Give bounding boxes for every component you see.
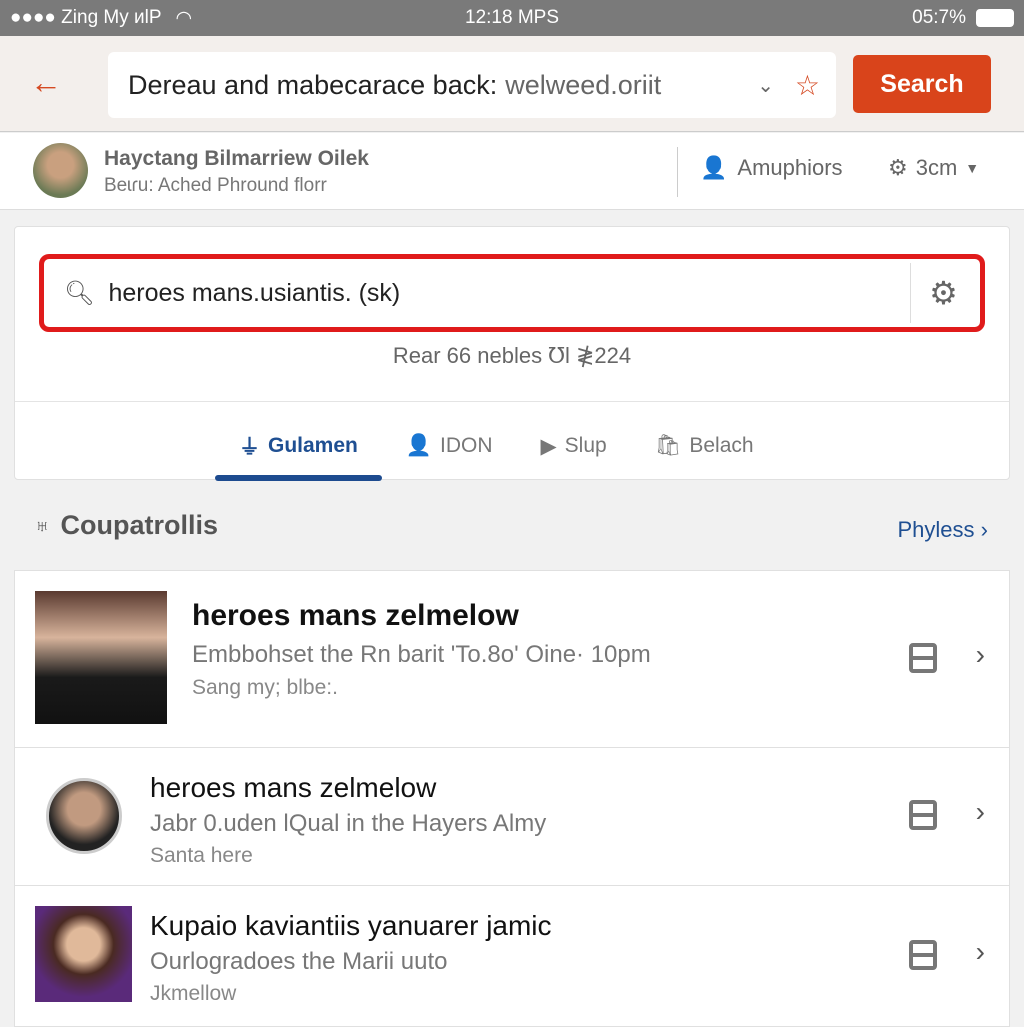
result-thumbnail [35, 906, 132, 1002]
settings-dropdown[interactable]: ⚙ 3cm ▼ [888, 155, 979, 181]
search-card: 🔍︎ heroes mans.usiantis. (sk) ⚙ Rear 66 … [14, 226, 1010, 481]
search-icon: 🔍︎ [64, 279, 95, 307]
section-icon: ♅ [34, 512, 51, 538]
chevron-right-icon[interactable]: › [976, 639, 985, 671]
search-input[interactable]: 🔍︎ heroes mans.usiantis. (sk) ⚙ [39, 254, 985, 332]
person-icon: 👤 [700, 155, 728, 180]
back-arrow-icon[interactable]: ← [30, 64, 62, 101]
action-label: Amuphiors [737, 155, 843, 180]
star-icon[interactable]: ☆ [795, 69, 820, 102]
result-subtitle: Jabr 0.uden lQual in the Hayers Almy [150, 810, 547, 837]
result-subtitle: Embbohset the Rn barit 'To.8o' Oine· 10p… [192, 641, 651, 668]
tab-slup[interactable]: ▶ Slup [517, 413, 631, 479]
tab-label: Slup [564, 434, 607, 457]
person-icon: 👤 [405, 434, 433, 457]
bag-icon: 🛍︎ [654, 434, 682, 457]
url-domain: welweed.oriit [505, 69, 662, 100]
tab-label: Belach [689, 434, 754, 457]
list-item[interactable]: heroes mans zelmelow Embbohset the Rn ba… [15, 571, 1009, 748]
gear-icon: ⚙ [888, 155, 908, 180]
filter-icon: ⏚ [239, 436, 260, 459]
clipboard-icon[interactable] [909, 800, 937, 830]
result-count: Rear 66 nebles ℧l ≹224 [392, 343, 632, 368]
profile-bar: Hayctang Bilmarriew Oilek Beɩɾu: Ached P… [0, 133, 1024, 210]
result-subtitle: Ourlogradoes the Marii uuto [150, 948, 448, 975]
clipboard-icon[interactable] [909, 643, 937, 673]
result-title: heroes mans zelmelow [150, 772, 437, 803]
dropdown-label: 3cm [915, 155, 958, 180]
profile-name: Hayctang Bilmarriew Oilek [104, 147, 369, 170]
wifi-icon: ◠ [175, 7, 193, 29]
url-text: Dereau and mabecarace back: [128, 69, 498, 100]
profile-action-button[interactable]: 👤 Amuphiors [700, 155, 843, 181]
gear-icon: ⚙ [929, 275, 958, 311]
caret-down-icon: ▼ [965, 160, 980, 176]
result-meta: Jkmellow [150, 982, 237, 1005]
carrier: ●●●● Zing My ᴎlP [10, 7, 162, 28]
url-field[interactable]: Dereau and mabecarace back: welweed.orii… [108, 52, 836, 118]
top-bar: ← Dereau and mabecarace back: welweed.or… [0, 36, 1024, 132]
tab-idon[interactable]: 👤 IDON [382, 413, 517, 479]
result-title: Kupaio kaviantiis yanuarer jamic [150, 910, 552, 941]
result-meta: Santa here [150, 844, 253, 867]
chevron-right-icon[interactable]: › [976, 796, 985, 828]
status-bar: ●●●● Zing My ᴎlP ◠ 12:18 MPS 05:7% [0, 0, 1024, 36]
result-thumbnail [35, 591, 167, 724]
divider [677, 147, 678, 197]
tab-label: IDON [440, 434, 493, 457]
avatar[interactable] [33, 143, 88, 198]
link-label: Phyless [897, 517, 975, 542]
search-button[interactable]: Search [853, 55, 991, 113]
results-list: heroes mans zelmelow Embbohset the Rn ba… [14, 570, 1010, 1027]
battery-icon [976, 9, 1014, 27]
profile-subtitle: Beɩɾu: Ached Phround florr [104, 175, 327, 196]
chevron-right-icon[interactable]: › [976, 936, 985, 968]
clipboard-icon[interactable] [909, 940, 937, 970]
search-settings-button[interactable]: ⚙ [910, 263, 976, 323]
tab-belach[interactable]: 🛍︎ Belach [631, 413, 778, 479]
result-avatar [46, 778, 122, 854]
tab-gulamen[interactable]: ⏚ Gulamen [215, 413, 382, 481]
tab-bar: ⏚ Gulamen 👤 IDON ▶ Slup 🛍︎ Belach [215, 413, 778, 481]
tab-label: Gulamen [268, 434, 358, 457]
divider [15, 401, 1009, 402]
see-more-link[interactable]: Phyless › [898, 517, 989, 543]
list-item[interactable]: Kupaio kaviantiis yanuarer jamic Ourlogr… [15, 886, 1009, 1026]
result-meta: Sang my; blbe:. [192, 676, 338, 699]
result-title: heroes mans zelmelow [192, 599, 519, 632]
search-query: heroes mans.usiantis. (sk) [108, 278, 401, 307]
section-heading: ♅ Coupatrollis [34, 510, 218, 541]
list-item[interactable]: heroes mans zelmelow Jabr 0.uden lQual i… [15, 748, 1009, 886]
play-icon: ▶ [540, 434, 557, 458]
section-title: Coupatrollis [60, 510, 219, 540]
battery-text: 05:7% [912, 7, 966, 28]
chevron-down-icon[interactable]: ⌄ [757, 73, 774, 98]
